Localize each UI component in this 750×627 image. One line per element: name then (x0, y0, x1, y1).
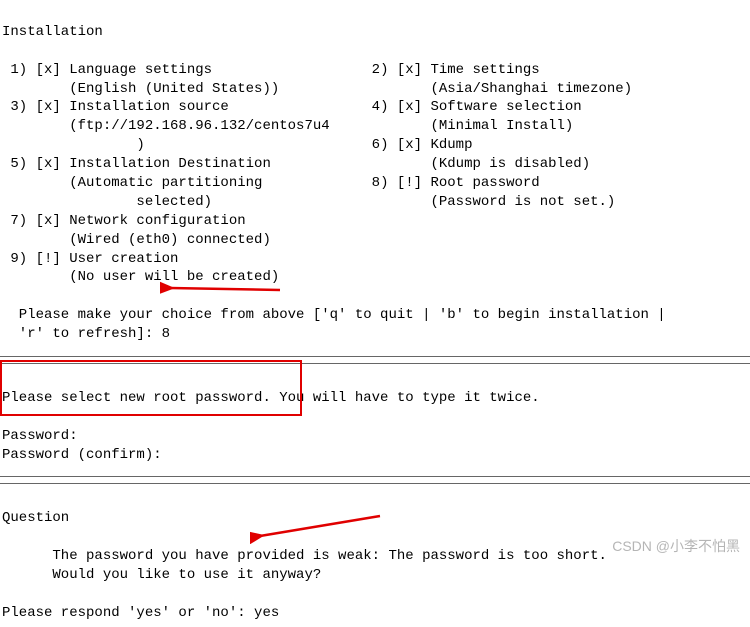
page-title: Installation (2, 24, 103, 40)
question-section: Question The password you have provided … (0, 486, 750, 626)
password-heading: Please select new root password. You wil… (2, 390, 540, 406)
password-confirm-label: Password (confirm): (2, 447, 162, 463)
question-line: The password you have provided is weak: … (2, 548, 607, 564)
menu-grid: 1) [x] Language settings (English (Unite… (2, 61, 748, 288)
menu-right-column: 2) [x] Time settings (Asia/Shanghai time… (363, 61, 699, 288)
choice-input[interactable]: 8 (162, 326, 170, 342)
menu-left-column: 1) [x] Language settings (English (Unite… (2, 61, 363, 288)
question-line: Would you like to use it anyway? (2, 567, 321, 583)
watermark: CSDN @小李不怕黑 (612, 537, 740, 556)
choice-prompt: Please make your choice from above ['q' … (2, 307, 666, 342)
divider (0, 476, 750, 477)
respond-prompt: Please respond 'yes' or 'no': yes (2, 605, 279, 621)
question-heading: Question (2, 510, 69, 526)
terminal-screen: Installation 1) [x] Language settings (E… (0, 0, 750, 348)
divider (0, 363, 750, 364)
password-label: Password: (2, 428, 78, 444)
password-section: Please select new root password. You wil… (0, 366, 750, 468)
divider (0, 483, 750, 484)
divider (0, 356, 750, 357)
respond-input[interactable]: yes (254, 605, 279, 621)
